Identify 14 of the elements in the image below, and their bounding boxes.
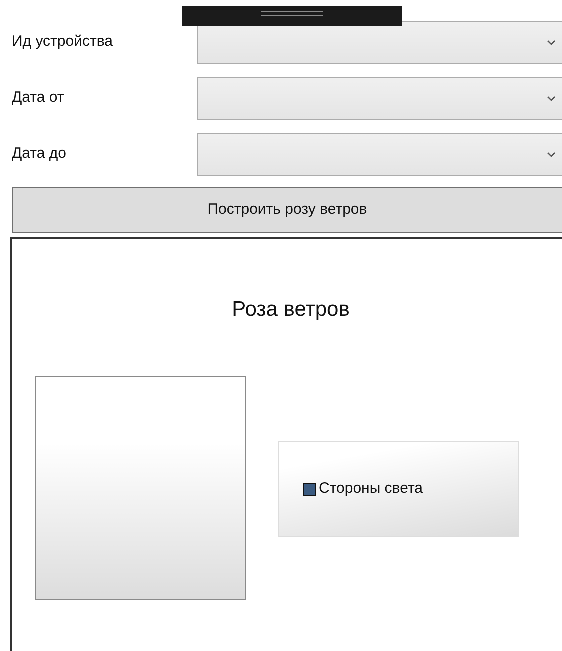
field-label: Ид устройства [12,32,114,52]
chevron-icon [547,40,556,46]
field-label: Дата до [12,144,68,164]
grip-icon [261,11,323,17]
build-button[interactable]: Построить розу ветров [12,187,562,233]
dropdown-field[interactable] [197,77,562,120]
chevron-icon [547,152,556,158]
drag-handle[interactable] [182,6,402,26]
legend-label: Стороны света [319,478,423,499]
dropdown-field[interactable] [197,133,562,176]
field-label: Дата от [12,88,66,108]
dropdown-field[interactable] [197,21,562,64]
chart-title: Роза ветров [232,297,350,323]
chevron-icon [547,96,556,102]
